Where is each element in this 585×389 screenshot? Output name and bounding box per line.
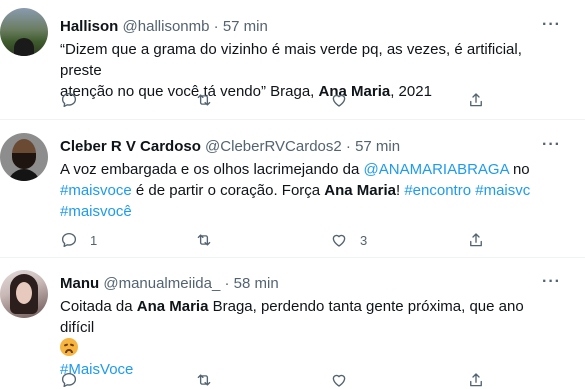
timestamp[interactable]: 57 min xyxy=(223,18,268,35)
retweet-icon xyxy=(197,374,211,386)
tweet-text: A voz embargada e os olhos lacrimejando … xyxy=(60,159,560,222)
author-name[interactable]: Manu xyxy=(60,275,99,292)
tweet-actions xyxy=(60,371,500,389)
avatar[interactable] xyxy=(0,133,48,181)
tweet-text-line: Coitada da xyxy=(60,298,137,315)
share-icon xyxy=(470,93,482,107)
author-handle[interactable]: @manualmeiida_ xyxy=(103,275,220,292)
timestamp[interactable]: 58 min xyxy=(234,275,279,292)
separator: · xyxy=(224,275,230,292)
author-handle[interactable]: @CleberRVCardos2 xyxy=(205,138,342,155)
hashtag-link[interactable]: #maisvoce xyxy=(60,182,132,199)
reply-button[interactable] xyxy=(60,91,78,109)
share-button[interactable] xyxy=(467,91,485,109)
hashtag-link[interactable]: #encontro xyxy=(404,182,471,199)
like-button[interactable] xyxy=(330,371,348,389)
share-button[interactable] xyxy=(467,371,485,389)
share-icon xyxy=(470,233,482,247)
author-name[interactable]: Cleber R V Cardoso xyxy=(60,138,201,155)
tweet-text-line: A voz embargada e os olhos lacrimejando … xyxy=(60,161,364,178)
tweet[interactable]: Hallison @hallisonmb · 57 min ··· “Dizem… xyxy=(0,0,585,120)
author-name[interactable]: Hallison xyxy=(60,18,118,35)
reply-icon xyxy=(61,92,77,108)
tweet[interactable]: Manu @manualmeiida_ · 58 min ··· Coitada… xyxy=(0,258,585,389)
retweet-button[interactable] xyxy=(195,371,213,389)
more-options-icon[interactable]: ··· xyxy=(542,16,561,34)
reply-icon xyxy=(61,232,77,248)
separator: · xyxy=(213,18,219,35)
tweet-text-line: é de partir o coração. Força xyxy=(131,182,325,199)
bold-text: Ana Maria xyxy=(324,182,396,199)
like-count: 3 xyxy=(360,232,368,248)
avatar[interactable] xyxy=(0,270,48,318)
retweet-icon xyxy=(197,94,211,106)
retweet-button[interactable] xyxy=(195,91,213,109)
reply-icon xyxy=(61,372,77,388)
tweet-actions xyxy=(60,91,500,111)
share-icon xyxy=(470,373,482,387)
separator: · xyxy=(345,138,351,155)
heart-icon xyxy=(332,234,346,247)
tweet[interactable]: Cleber R V Cardoso @CleberRVCardos2 · 57… xyxy=(0,120,585,258)
share-button[interactable] xyxy=(467,231,485,249)
tweet-actions: 1 3 xyxy=(60,231,500,251)
hashtag-link[interactable]: #maisvc xyxy=(475,182,530,199)
like-button[interactable]: 3 xyxy=(330,231,367,249)
timestamp[interactable]: 57 min xyxy=(355,138,400,155)
heart-icon xyxy=(332,94,346,107)
tweet-text: Coitada da Ana Maria Braga, perdendo tan… xyxy=(60,296,560,380)
reply-button[interactable] xyxy=(60,371,78,389)
bold-text: Ana Maria xyxy=(136,298,209,315)
retweet-button[interactable] xyxy=(195,231,213,249)
disappointed-face-icon xyxy=(60,338,78,356)
reply-count: 1 xyxy=(90,232,98,248)
mention-link[interactable]: @ANAMARIABRAGA xyxy=(364,161,509,178)
tweet-text-line: “Dizem que a grama do vizinho é mais ver… xyxy=(60,41,522,79)
like-button[interactable] xyxy=(330,91,348,109)
retweet-icon xyxy=(197,234,211,246)
reply-button[interactable]: 1 xyxy=(60,231,97,249)
avatar[interactable] xyxy=(0,8,48,56)
heart-icon xyxy=(332,374,346,387)
author-handle[interactable]: @hallisonmb xyxy=(123,18,210,35)
tweet-text-line: no xyxy=(508,161,530,178)
more-options-icon[interactable]: ··· xyxy=(542,273,561,291)
hashtag-link[interactable]: #maisvocê xyxy=(60,203,132,220)
more-options-icon[interactable]: ··· xyxy=(542,136,561,154)
